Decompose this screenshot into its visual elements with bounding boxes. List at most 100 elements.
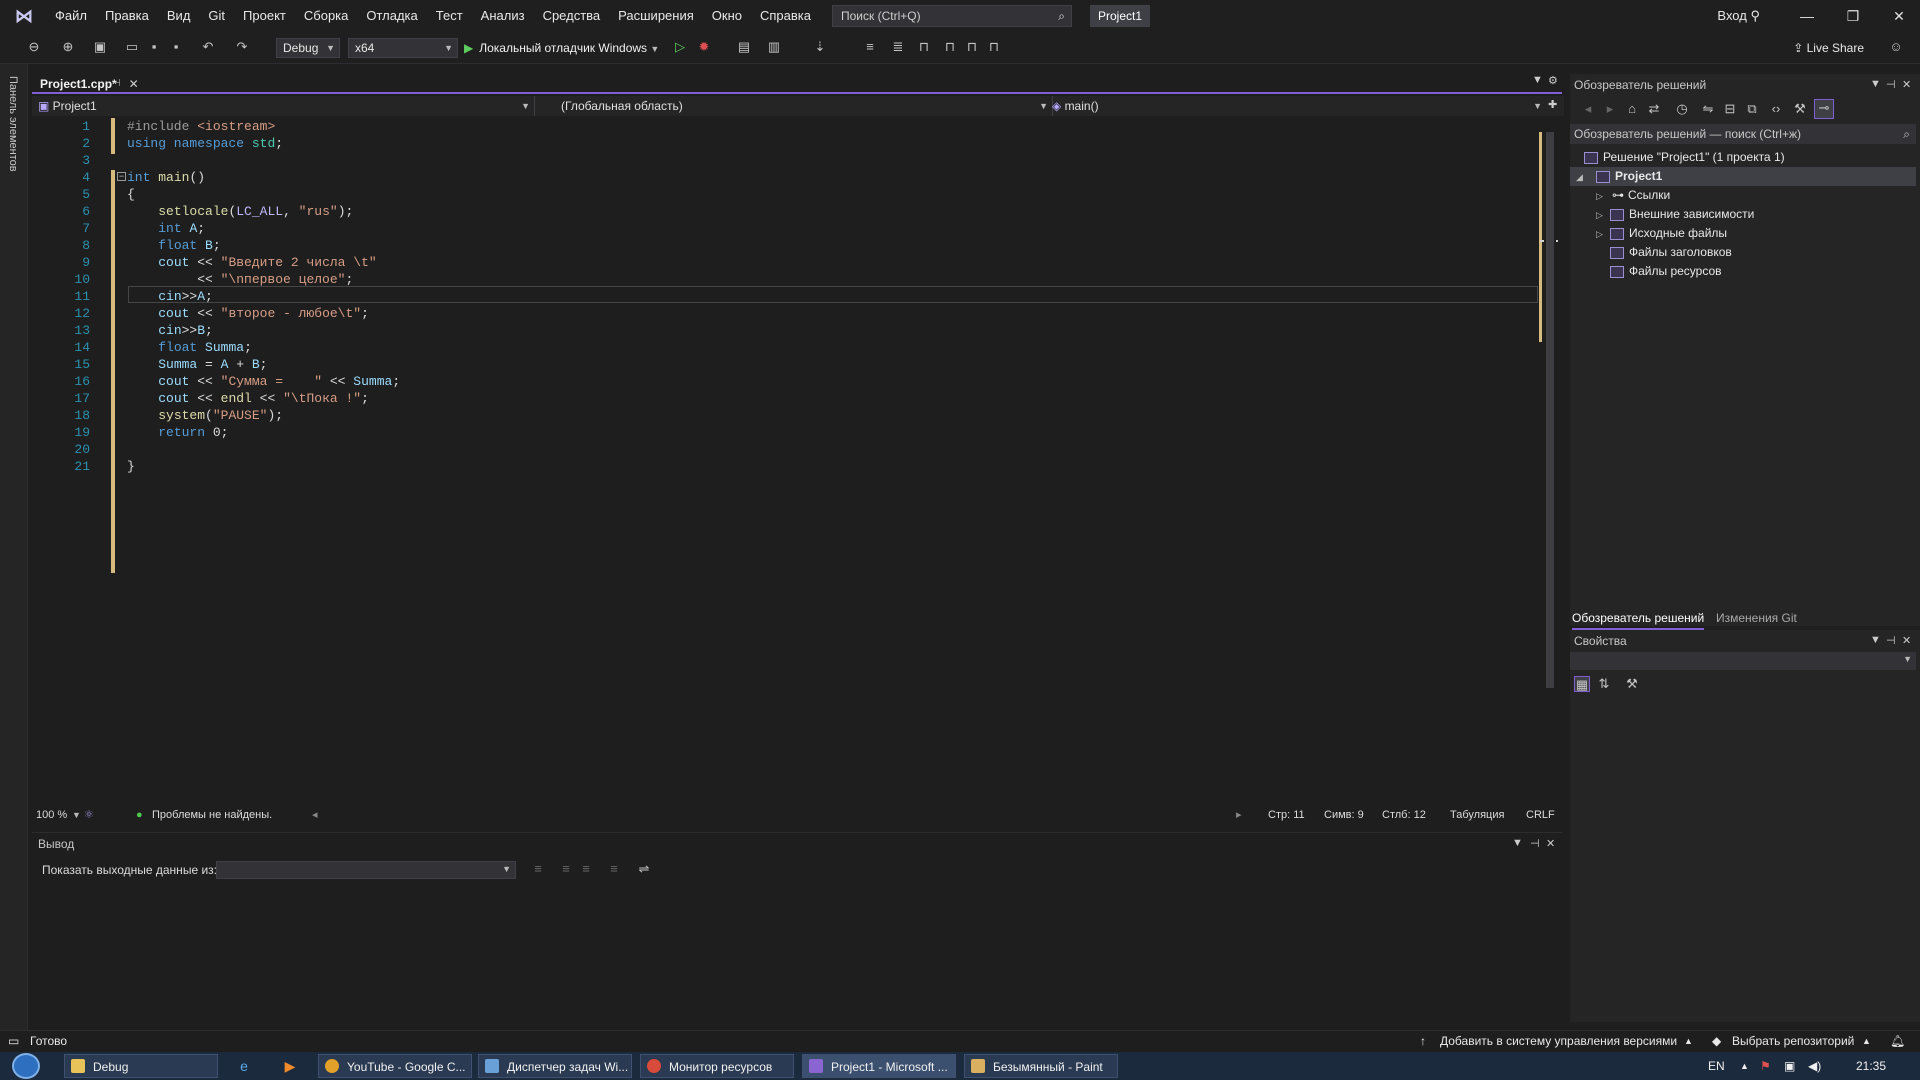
collapse-all-icon[interactable]: ⊟ [1722,101,1738,117]
tab-list-chevron-icon[interactable]: ▼ [1532,74,1543,86]
prev-message-icon[interactable]: ≡ [558,861,574,877]
expanded-arrow-icon[interactable]: ◢ [1576,168,1590,187]
bookmark-icon[interactable]: ⊓ [916,39,932,55]
tree-item-project1[interactable]: ◢ Project1 [1570,167,1916,186]
pin-icon[interactable]: ⊣ [112,74,121,94]
close-icon[interactable]: ✕ [1546,837,1555,850]
platform-select[interactable]: x64 ▼ [348,38,458,58]
taskbar-visual-studio[interactable]: Project1 - Microsoft ... [802,1054,956,1078]
scrollbar-thumb[interactable] [1546,132,1554,688]
pin-icon[interactable]: ⊣ [1886,634,1896,647]
pin-icon[interactable]: ⊣ [1530,837,1540,850]
tab-git-changes[interactable]: Изменения Git [1716,608,1797,628]
collapsed-arrow-icon[interactable]: ▷ [1596,187,1610,206]
clear-all-icon[interactable]: ≡ [606,861,622,877]
save-all-icon[interactable]: ▪ [168,39,184,55]
editor-vertical-scrollbar[interactable] [1544,118,1556,808]
intellicode-icon[interactable]: ⚛ [84,806,94,824]
chevron-down-icon[interactable]: ▼ [1512,837,1523,849]
properties-wrench-icon[interactable]: ⚒ [1792,101,1808,117]
line-indicator[interactable]: Стр: 11 [1268,806,1305,824]
menu-debug[interactable]: Отладка [357,0,426,32]
menu-build[interactable]: Сборка [295,0,358,32]
next-message-icon[interactable]: ≡ [578,861,594,877]
solution-search-input[interactable]: Обозреватель решений — поиск (Ctrl+ж) ⌕ [1570,124,1916,144]
column-indicator[interactable]: Стлб: 12 [1382,806,1426,824]
pin-icon[interactable]: ⊣ [1886,78,1896,91]
menu-project[interactable]: Проект [234,0,295,32]
solution-config-icon[interactable]: ▤ [736,39,752,55]
volume-icon[interactable]: ◀) [1808,1052,1821,1080]
tree-item-source-files[interactable]: ▷ Исходные файлы [1596,224,1727,243]
zoom-level[interactable]: 100 % [36,806,67,824]
live-share-button[interactable]: ⇪ Live Share [1793,38,1864,58]
view-code-icon[interactable]: ‹› [1768,101,1784,117]
taskbar-debug-folder[interactable]: Debug [64,1054,218,1078]
tray-expand-icon[interactable]: ▲ [1740,1052,1749,1080]
clear-bookmarks-icon[interactable]: ⊓ [986,39,1002,55]
output-window-icon[interactable]: ▭ [8,1031,19,1051]
menu-git[interactable]: Git [199,0,234,32]
open-file-icon[interactable]: ▭ [124,39,140,55]
project-dropdown[interactable]: ▣ Project1 ▼ [32,96,535,116]
chevron-up-icon[interactable]: ▲ [1862,1031,1871,1051]
chevron-down-icon[interactable]: ▼ [1870,78,1881,90]
start-without-debugging-icon[interactable]: ▷ [672,39,688,55]
collapsed-arrow-icon[interactable]: ▷ [1596,206,1610,225]
show-all-files-icon[interactable]: ⧉ [1744,101,1760,117]
chevron-down-icon[interactable]: ▼ [1870,634,1881,646]
new-project-icon[interactable]: ▣ [92,39,108,55]
close-icon[interactable]: ✕ [1902,78,1911,91]
tab-solution-explorer[interactable]: Обозреватель решений [1572,608,1705,630]
tree-item-solution[interactable]: Решение "Project1" (1 проекта 1) [1584,148,1785,167]
issues-status[interactable]: Проблемы не найдены. [152,806,272,824]
member-dropdown[interactable]: ◈ main() ▼ [1046,96,1546,116]
toolbox-tab[interactable]: Панель элементов [7,76,19,172]
hot-reload-icon[interactable]: ✹ [696,39,712,55]
back-icon[interactable]: ◂ [1580,101,1596,117]
redo-icon[interactable]: ↷ [234,39,250,55]
collapse-icon[interactable]: − [117,172,126,181]
scroll-right-icon[interactable]: ▸ [1236,806,1242,824]
tree-item-references[interactable]: ▷ ⊶ Ссылки [1596,186,1670,205]
next-bookmark-icon[interactable]: ⊓ [964,39,980,55]
taskbar-chrome[interactable]: YouTube - Google C... [318,1054,472,1078]
menu-analyze[interactable]: Анализ [472,0,534,32]
menu-help[interactable]: Справка [751,0,820,32]
menu-tools[interactable]: Средства [534,0,610,32]
menu-file[interactable]: Файл [46,0,96,32]
close-tab-icon[interactable]: ✕ [129,74,139,94]
close-window-button[interactable]: ✕ [1876,0,1920,32]
menu-test[interactable]: Тест [427,0,472,32]
properties-object-select[interactable]: ▼ [1570,652,1916,670]
categorized-icon[interactable]: ▦ [1574,676,1590,692]
pending-changes-icon[interactable]: ◷ [1674,101,1690,117]
settings-gear-icon[interactable]: ⚙ [1548,74,1558,87]
taskbar-paint[interactable]: Безымянный - Paint [964,1054,1118,1078]
visual-studio-logo-icon[interactable]: ⋈ [12,5,36,27]
collapsed-arrow-icon[interactable]: ▷ [1596,225,1610,244]
close-icon[interactable]: ✕ [1902,634,1911,647]
chevron-up-icon[interactable]: ▲ [1684,1031,1693,1051]
tree-item-external-deps[interactable]: ▷ Внешние зависимости [1596,205,1754,224]
sign-in-button[interactable]: Вход ⚲ [1717,0,1760,32]
scroll-left-icon[interactable]: ◂ [312,806,318,824]
step-icon[interactable]: ⇣ [812,39,828,55]
clock[interactable]: 21:35 [1856,1052,1886,1080]
start-button[interactable] [12,1053,40,1079]
select-repository-button[interactable]: Выбрать репозиторий [1732,1031,1854,1051]
code-editor[interactable]: − 1 2 3 4 5 6 7 8 9 10 11 12 13 14 15 16 17 18 19 20 21 #inc… [32,118,1562,808]
network-icon[interactable]: ▣ [1784,1052,1795,1080]
global-search-input[interactable]: Поиск (Ctrl+Q) ⌕ [831,5,1072,27]
language-indicator[interactable]: EN [1708,1052,1725,1080]
tree-item-header-files[interactable]: Файлы заголовков [1610,243,1732,262]
tab-project1-cpp[interactable]: Project1.cpp* ⊣ ✕ [36,74,143,94]
outdent-icon[interactable]: ≣ [890,39,906,55]
prev-bookmark-icon[interactable]: ⊓ [942,39,958,55]
switch-views-icon[interactable]: ⇄ [1646,101,1662,117]
word-wrap-icon[interactable]: ⇌ [636,861,652,877]
scope-dropdown[interactable]: (Глобальная область) ▼ [555,96,1053,116]
action-center-icon[interactable]: ⚑ [1760,1052,1771,1080]
start-debugging-button[interactable]: ▶ Локальный отладчик Windows ▼ [464,38,659,58]
taskbar-task-manager[interactable]: Диспетчер задач Wi... [478,1054,632,1078]
